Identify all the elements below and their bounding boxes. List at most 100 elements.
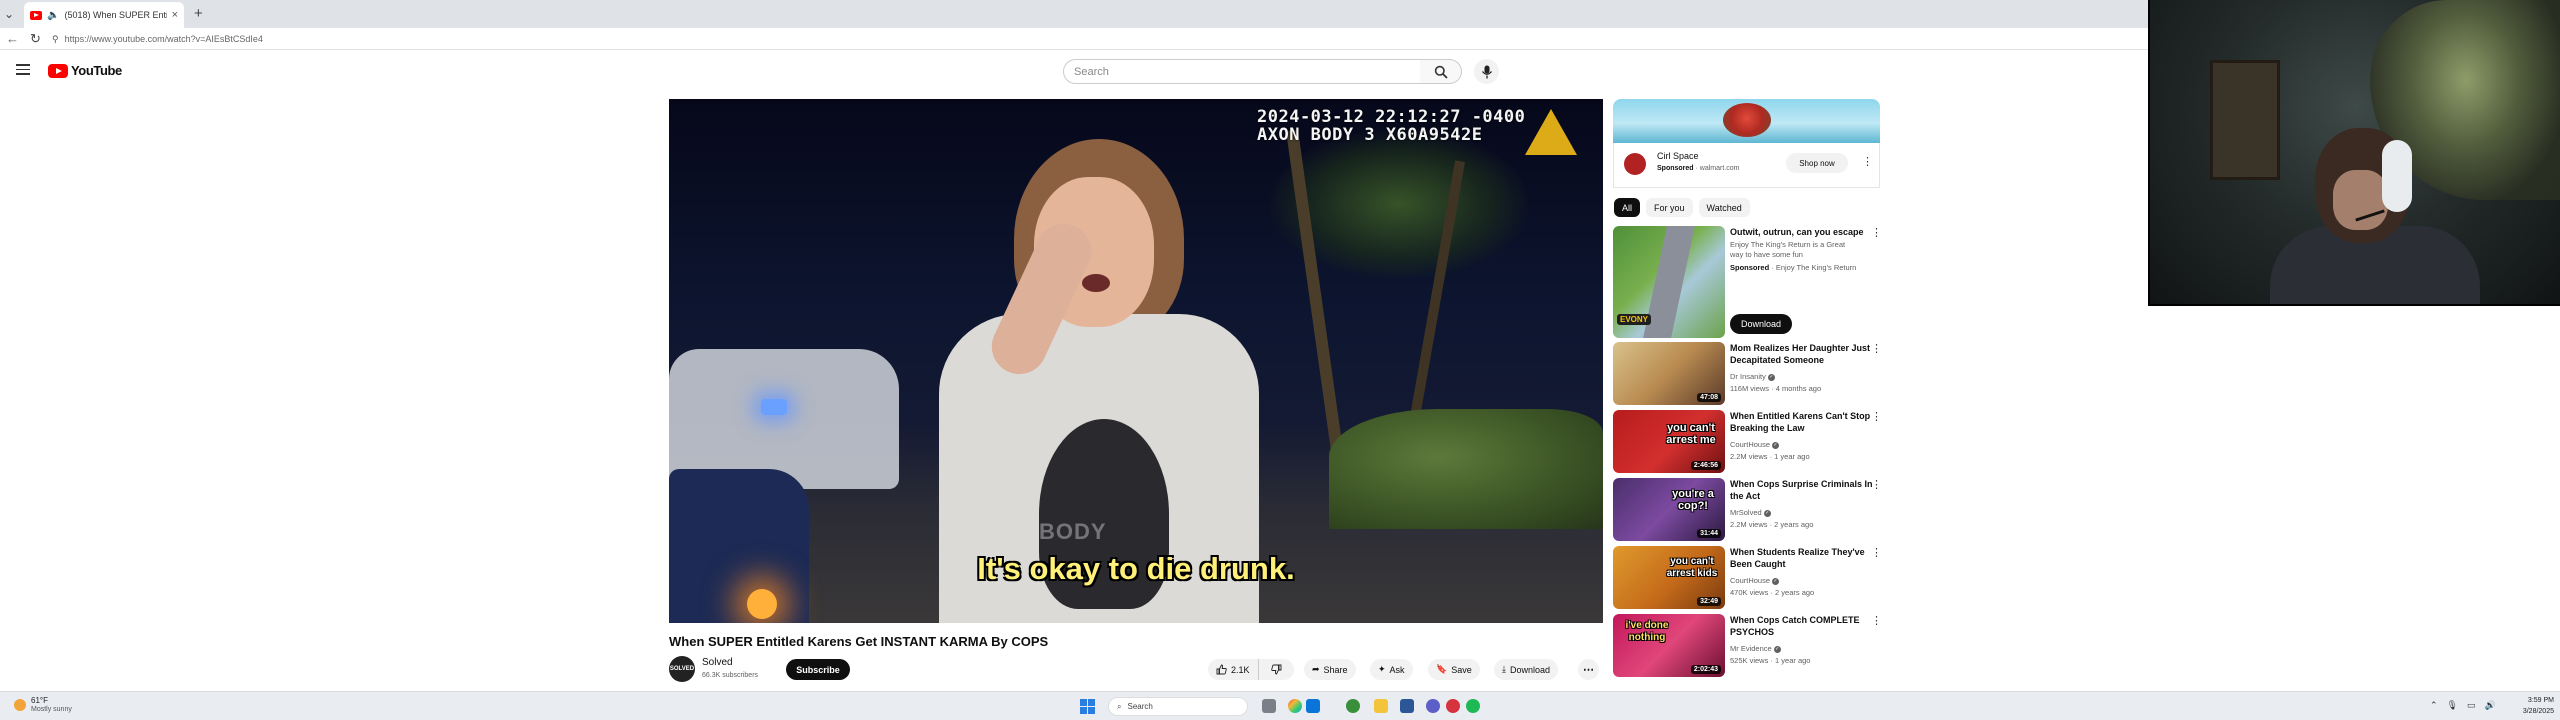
axon-logo-icon bbox=[1525, 109, 1577, 155]
clock-date: 3/28/2025 bbox=[2522, 708, 2554, 715]
promo-menu-icon[interactable]: ⋮ bbox=[1871, 226, 1882, 239]
ad-meta: Sponsored · walmart.com bbox=[1657, 165, 1740, 172]
thumbs-up-icon bbox=[1216, 664, 1227, 675]
video-menu-icon[interactable]: ⋮ bbox=[1871, 546, 1882, 559]
volume-icon[interactable]: 🔊 bbox=[2485, 700, 2496, 711]
ask-label: Ask bbox=[1389, 664, 1405, 675]
share-button[interactable]: ➦ Share bbox=[1304, 659, 1356, 680]
app-icon[interactable] bbox=[1426, 699, 1440, 713]
verified-check-icon: ✓ bbox=[1772, 441, 1780, 449]
headset bbox=[2382, 140, 2412, 212]
taskbar-search[interactable]: ⌕ Search bbox=[1108, 697, 1248, 716]
chrome-icon[interactable] bbox=[1346, 699, 1360, 713]
tail-light-glow bbox=[747, 589, 777, 619]
dislike-button[interactable] bbox=[1263, 659, 1290, 680]
police-car-foreground bbox=[669, 469, 809, 623]
voice-search-button[interactable] bbox=[1474, 59, 1499, 84]
advertiser-avatar bbox=[1624, 153, 1646, 175]
ad-card[interactable]: Cirl Space Sponsored · walmart.com Shop … bbox=[1613, 143, 1880, 188]
video-thumbnail[interactable]: i've done nothing 2:02:43 bbox=[1613, 614, 1725, 677]
file-explorer-icon[interactable] bbox=[1374, 699, 1388, 713]
windows-start-icon[interactable] bbox=[1080, 699, 1095, 714]
mic-tray-icon[interactable]: 🎙 bbox=[2447, 700, 2458, 711]
bodycam-device-id: AXON BODY 3 X60A9542E bbox=[1257, 125, 1483, 145]
url-field[interactable]: ⚲ https://www.youtube.com/watch?v=AIEsBt… bbox=[52, 31, 752, 47]
shop-now-button[interactable]: Shop now bbox=[1786, 153, 1848, 173]
duration-badge: 2:46:56 bbox=[1690, 461, 1721, 470]
video-title: When Cops Catch COMPLETE PSYCHOS bbox=[1730, 615, 1860, 637]
video-thumbnail[interactable]: 47:08 bbox=[1613, 342, 1725, 405]
duration-badge: 2:02:43 bbox=[1690, 665, 1721, 674]
site-info-icon[interactable]: ⚲ bbox=[52, 34, 59, 45]
video-thumbnail[interactable]: you're a cop?! 31:44 bbox=[1613, 478, 1725, 541]
channel-avatar[interactable]: SOLVED bbox=[669, 656, 695, 682]
tab-list-chevron-icon[interactable]: ⌄ bbox=[4, 7, 14, 21]
browser-tab-youtube[interactable]: 🔈 (5018) When SUPER Entitled K × bbox=[24, 2, 184, 28]
save-button[interactable]: 🔖 Save bbox=[1428, 659, 1480, 680]
youtube-favicon-icon bbox=[30, 10, 42, 20]
new-tab-button[interactable]: + bbox=[194, 5, 203, 22]
search-button[interactable] bbox=[1420, 59, 1462, 84]
edge-icon[interactable] bbox=[1306, 699, 1320, 713]
taskbar: 61°F Mostly sunny ⌕ Search ⌃ 🎙 ▭ 🔊 3:59 … bbox=[0, 691, 2560, 720]
youtube-logo[interactable]: YouTube bbox=[48, 63, 122, 78]
microphone-icon bbox=[1481, 65, 1492, 78]
weather-widget[interactable]: 61°F Mostly sunny bbox=[14, 696, 72, 714]
download-icon: ⤓ bbox=[1502, 664, 1506, 674]
video-meta: 470K views · 2 years ago bbox=[1730, 588, 1815, 597]
promo-badge: EVONY bbox=[1617, 314, 1652, 325]
video-caption: It's okay to die drunk. bbox=[977, 551, 1295, 586]
video-title: Mom Realizes Her Daughter Just Decapitat… bbox=[1730, 343, 1871, 365]
video-title: When Entitled Karens Can't Stop Breaking… bbox=[1730, 411, 1871, 433]
weather-temp: 61°F bbox=[31, 696, 48, 705]
video-menu-icon[interactable]: ⋮ bbox=[1871, 410, 1882, 423]
hedge bbox=[1329, 409, 1603, 529]
promo-download-button[interactable]: Download bbox=[1730, 314, 1792, 334]
chip-for-you[interactable]: For you bbox=[1646, 198, 1693, 217]
streamer-face bbox=[2333, 170, 2388, 230]
video-thumbnail[interactable]: you can't arrest kids 32:49 bbox=[1613, 546, 1725, 609]
speaker-icon[interactable]: 🔈 bbox=[47, 10, 59, 21]
video-menu-icon[interactable]: ⋮ bbox=[1871, 478, 1882, 491]
back-arrow-icon[interactable]: ← bbox=[6, 31, 19, 46]
promo-title: Outwit, outrun, can you escape bbox=[1730, 227, 1864, 237]
clock[interactable]: 3:59 PM 3/28/2025 bbox=[2510, 695, 2554, 717]
sparkle-icon: ✦ bbox=[1378, 664, 1386, 674]
chevron-up-icon[interactable]: ⌃ bbox=[2430, 700, 2438, 711]
app-icon[interactable] bbox=[1446, 699, 1460, 713]
mouth bbox=[1082, 274, 1110, 292]
close-tab-icon[interactable]: × bbox=[172, 9, 178, 21]
video-menu-icon[interactable]: ⋮ bbox=[1871, 342, 1882, 355]
promo-thumbnail[interactable]: EVONY bbox=[1613, 226, 1725, 338]
download-button[interactable]: ⤓ Download bbox=[1494, 659, 1559, 680]
reload-icon[interactable]: ↻ bbox=[30, 31, 41, 47]
channel-name[interactable]: Solved bbox=[702, 657, 733, 668]
ad-artwork bbox=[1723, 103, 1771, 137]
search-input[interactable] bbox=[1074, 65, 1394, 78]
video-menu-icon[interactable]: ⋮ bbox=[1871, 614, 1882, 627]
copilot-icon[interactable] bbox=[1288, 699, 1302, 713]
ad-banner-image[interactable] bbox=[1613, 99, 1880, 143]
save-label: Save bbox=[1451, 664, 1472, 675]
guide-menu-icon[interactable] bbox=[16, 64, 30, 75]
ask-button[interactable]: ✦ Ask bbox=[1370, 659, 1413, 680]
duration-badge: 47:08 bbox=[1697, 393, 1721, 402]
ad-menu-icon[interactable]: ⋮ bbox=[1862, 155, 1873, 168]
chip-watched[interactable]: Watched bbox=[1698, 198, 1750, 217]
chip-all[interactable]: All bbox=[1614, 198, 1641, 217]
spotify-icon[interactable] bbox=[1466, 699, 1480, 713]
display-icon[interactable]: ▭ bbox=[2467, 700, 2476, 711]
thumbnail-text: you're a cop?! bbox=[1672, 488, 1714, 512]
more-actions-button[interactable]: ⋯ bbox=[1578, 659, 1599, 680]
video-player[interactable]: 2024-03-12 22:12:27 -0400 AXON BODY 3 X6… bbox=[669, 99, 1603, 623]
subscriber-count: 66.3K subscribers bbox=[702, 672, 759, 679]
subscribe-button[interactable]: Subscribe bbox=[786, 659, 850, 680]
ad-sponsored-label: Sponsored bbox=[1657, 165, 1694, 172]
url-text: https://www.youtube.com/watch?v=AIEsBtCS… bbox=[64, 34, 263, 44]
police-car bbox=[669, 349, 899, 489]
like-button[interactable]: 2.1K bbox=[1208, 659, 1259, 680]
video-thumbnail[interactable]: you can't arrest me 2:46:56 bbox=[1613, 410, 1725, 473]
store-icon[interactable] bbox=[1400, 699, 1414, 713]
task-view-icon[interactable] bbox=[1262, 699, 1276, 713]
channel-name: Mr Evidence ✓ bbox=[1730, 644, 1781, 653]
